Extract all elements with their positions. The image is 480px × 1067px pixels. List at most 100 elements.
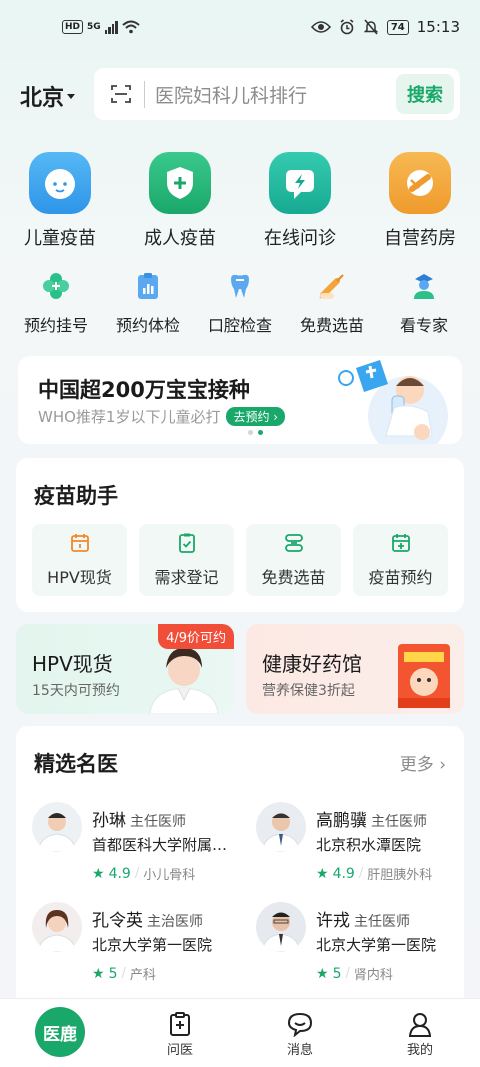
tab-home[interactable]: 医鹿 [0,999,120,1067]
eye-icon [310,21,331,33]
service-expert[interactable]: 看专家 [380,268,468,336]
baby-face-icon [29,152,91,214]
hd-indicator: HD [62,20,84,34]
doctors-more-link[interactable]: 更多 › [400,750,446,775]
bottom-tab-bar: 医鹿 问医 消息 我的 [0,998,480,1067]
search-bar[interactable]: 医院妇科儿科排行 搜索 [94,68,460,120]
search-input[interactable]: 医院妇科儿科排行 [144,80,396,108]
status-left: HD 5G [62,20,140,34]
doctor-hospital: 北京积水潭医院 [316,836,422,854]
tab-messages[interactable]: 消息 [240,999,360,1067]
main-services: 儿童疫苗 成人疫苗 在线问诊 自营药房 [0,152,480,250]
promo-title: HPV现货 [32,652,113,676]
doctor-dept: 产科 [129,968,156,983]
alarm-icon [340,19,354,35]
vaccine-helper-card: 疫苗助手 HPV现货 需求登记 免费选苗 疫苗预约 [16,458,464,612]
service-pharmacy[interactable]: 自营药房 [360,152,480,250]
promo-pharmacy-card[interactable]: 健康好药馆 营养保健3折起 [246,624,464,714]
promo-subtitle: 营养保健3折起 [262,683,355,699]
search-button[interactable]: 搜索 [396,74,454,114]
signal-icon [104,20,118,34]
banner-cta-label: 去预约 [233,410,270,424]
tab-profile[interactable]: 我的 [360,999,480,1067]
baby-bottle-illustration [338,360,448,444]
clipboard-check-icon [178,533,195,553]
network-type: 5G [87,22,101,32]
city-selector[interactable]: 北京 [20,80,76,112]
banner-title: 中国超200万宝宝接种 [38,378,250,402]
service-checkup[interactable]: 预约体检 [104,268,192,336]
service-label: 免费选苗 [299,316,364,335]
doctor-hospital: 北京大学第一医院 [92,936,213,954]
meta-divider: / [358,866,364,881]
tab-label: 问医 [166,1043,193,1058]
service-label: 在线问诊 [264,228,336,249]
helper-hpv-stock[interactable]: HPV现货 [32,524,127,596]
tooth-icon [222,268,258,304]
doctor-rating: 4.9 [332,865,355,882]
doctor-name: 孔令英 [92,911,143,931]
service-online-consult[interactable]: 在线问诊 [240,152,360,250]
service-label: 预约体检 [115,316,180,335]
helper-demand-register[interactable]: 需求登记 [139,524,234,596]
status-time: 15:13 [416,18,460,36]
service-child-vaccine[interactable]: 儿童疫苗 [0,152,120,250]
medicine-box-image [398,644,450,708]
helper-label: 免费选苗 [261,568,326,587]
service-label: 口腔检查 [207,316,272,335]
promo-hpv-card[interactable]: HPV现货 15天内可预约 4/9价可约 [16,624,234,714]
calendar-plus-icon [391,534,410,552]
home-logo-icon: 医鹿 [35,1007,85,1057]
doctor-avatar [32,902,82,952]
promo-subtitle: 15天内可预约 [32,683,120,699]
scan-icon[interactable] [110,84,132,104]
syringe-icon [314,268,350,304]
status-bar: HD 5G 74 15:13 [0,0,480,58]
status-right: 74 15:13 [310,18,460,36]
helper-label: 疫苗预约 [368,568,433,587]
tab-ask-doctor[interactable]: 问医 [120,999,240,1067]
meta-divider: / [345,966,350,981]
shield-plus-icon [149,152,211,214]
helper-vaccine-booking[interactable]: 疫苗预约 [353,524,448,596]
calendar-icon [70,534,89,552]
doctor-name: 高鹏骥 [316,811,367,831]
helper-label: 需求登记 [154,568,219,587]
doctor-card[interactable]: 孙琳主任医师 首都医科大学附属北京儿童医院 ★4.9/小儿骨科 [32,802,242,892]
clover-icon [38,268,74,304]
tab-label: 我的 [406,1043,433,1058]
doctor-meta: ★ 5/肾内科 [316,964,393,984]
service-adult-vaccine[interactable]: 成人疫苗 [120,152,240,250]
doctor-dept: 肾内科 [353,968,393,983]
doctor-name-row: 许戎 主任医师 [316,906,410,931]
helper-free-vaccine[interactable]: 免费选苗 [246,524,341,596]
service-free-vaccine[interactable]: 免费选苗 [288,268,376,336]
doctor-title: 主任医师 [130,814,186,830]
doctor-name: 许戎 [316,911,350,931]
doctor-meta: ★ 4.9/小儿骨科 [92,864,195,884]
star-icon: ★ [92,965,105,982]
doctor-rating: 4.9 [108,865,131,882]
sub-services: 预约挂号 预约体检 口腔检查 免费选苗 看专家 [0,268,480,336]
doctor-meta: ★ 4.9/肝胆胰外科 [316,864,432,884]
person-icon [408,1013,432,1037]
featured-doctors-card: 精选名医 更多 › 孙琳主任医师 首都医科大学附属北京儿童医院 ★4.9/小儿骨… [16,726,464,1016]
carousel-dots [248,430,263,435]
mute-icon [363,19,379,35]
banner-cta-button[interactable]: 去预约 › [226,407,286,426]
layers-icon [284,534,303,552]
doctor-card[interactable]: 许戎 主任医师 北京大学第一医院 ★ 5/肾内科 [256,902,466,992]
service-dental[interactable]: 口腔检查 [196,268,284,336]
doctor-title: 主任医师 [371,814,427,830]
promo-tag: 4/9价可约 [158,624,234,649]
service-label: 自营药房 [384,228,456,249]
doctor-name-row: 孙琳 主任医师 [92,806,186,831]
doctor-card[interactable]: 孔令英 主治医师 北京大学第一医院 ★ 5/产科 [32,902,242,992]
more-label: 更多 [399,755,434,775]
doctor-card[interactable]: 高鹏骥 主任医师 北京积水潭医院 ★ 4.9/肝胆胰外科 [256,802,466,892]
doctor-name-row: 孔令英 主治医师 [92,906,203,931]
service-appointment[interactable]: 预约挂号 [12,268,100,336]
promo-banner[interactable]: 中国超200万宝宝接种 WHO推荐1岁以下儿童必打 去预约 › [18,356,462,444]
meta-divider: / [134,866,140,881]
service-label: 预约挂号 [23,316,88,335]
